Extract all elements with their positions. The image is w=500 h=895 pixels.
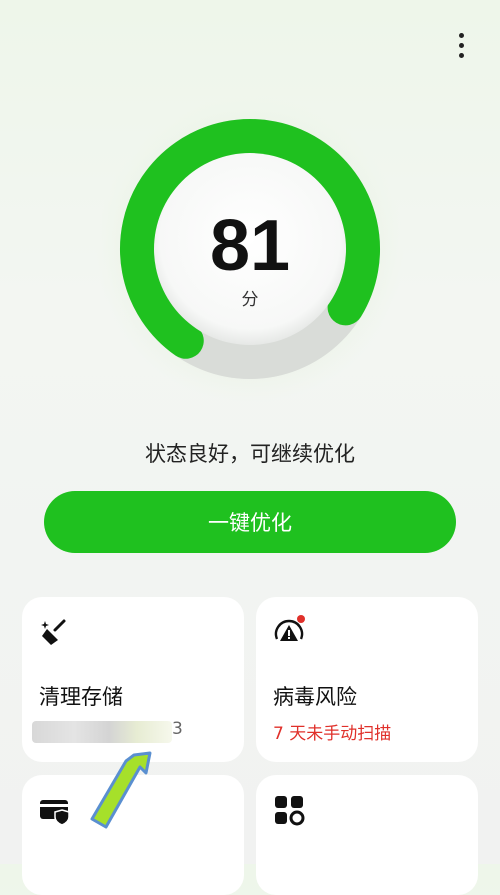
virus-risk-title: 病毒风险 [273, 685, 357, 709]
storage-usage-redacted [32, 721, 172, 743]
more-options-button[interactable] [448, 28, 474, 62]
virus-risk-card[interactable]: 病毒风险 7 天未手动扫描 [256, 597, 478, 762]
status-text: 状态良好，可继续优化 [145, 442, 355, 466]
score-gauge: 81 分 [96, 95, 404, 403]
virus-alert-icon [274, 615, 305, 641]
broom-icon [41, 619, 66, 645]
score-unit: 分 [241, 290, 259, 310]
storage-usage-value: 3 [172, 719, 183, 739]
score-value: 81 [209, 206, 291, 286]
more-vertical-icon [458, 32, 464, 38]
clean-storage-title: 清理存储 [39, 685, 123, 709]
clean-storage-card[interactable]: 清理存储 3 [22, 597, 244, 762]
payment-shield-icon [40, 800, 70, 826]
virus-risk-subtitle: 7 天未手动扫描 [273, 724, 392, 744]
annotation-arrow-icon [90, 751, 152, 829]
app-management-card[interactable] [256, 775, 478, 895]
apps-settings-icon [275, 796, 305, 826]
one-click-optimize-button[interactable]: 一键优化 [44, 491, 456, 553]
